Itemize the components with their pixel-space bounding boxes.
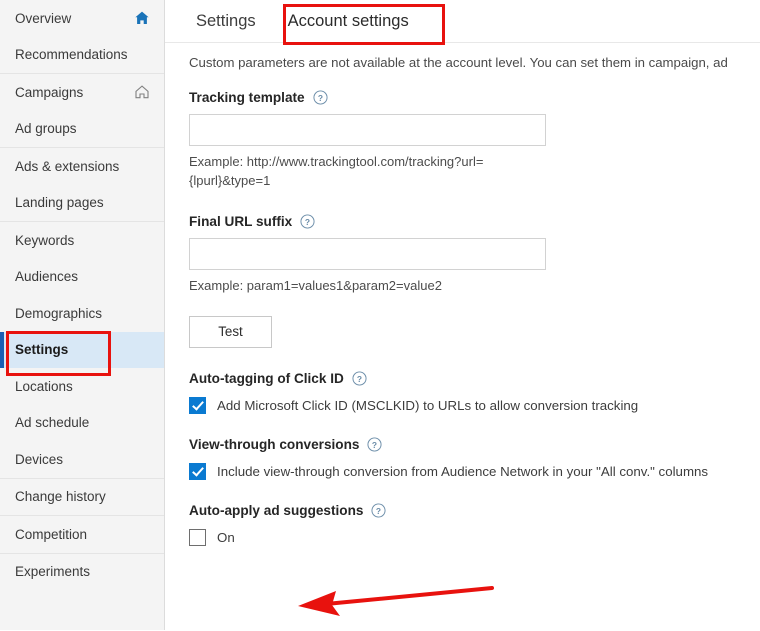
auto-apply-label: Auto-apply ad suggestions (189, 502, 364, 518)
sidebar-item-audiences[interactable]: Audiences (0, 259, 164, 296)
view-through-section: View-through conversions ? Include view-… (189, 437, 760, 480)
tracking-template-example: Example: http://www.trackingtool.com/tra… (189, 154, 484, 188)
tracking-template-label-row: Tracking template ? (189, 90, 760, 105)
tracking-template-label: Tracking template (189, 90, 305, 105)
tracking-template-input[interactable] (189, 114, 546, 146)
sidebar-item-competition[interactable]: Competition (0, 516, 164, 553)
sidebar-item-change-history[interactable]: Change history (0, 479, 164, 516)
sidebar: Overview Recommendations Campaigns Ad gr… (0, 0, 165, 630)
help-circle-icon[interactable]: ? (371, 503, 386, 518)
sidebar-item-label: Settings (15, 342, 69, 358)
sidebar-group: Competition (0, 516, 164, 554)
auto-apply-label-row: Auto-apply ad suggestions ? (189, 503, 760, 518)
sidebar-item-label: Change history (15, 489, 106, 505)
auto-tagging-checkbox[interactable] (189, 396, 206, 414)
tab-bar: Settings Account settings (165, 0, 760, 42)
view-through-checkbox[interactable] (189, 462, 206, 480)
auto-tagging-checkbox-row[interactable]: Add Microsoft Click ID (MSCLKID) to URLs… (189, 396, 760, 414)
account-level-description: Custom parameters are not available at t… (189, 55, 728, 70)
home-outline-icon (134, 84, 150, 100)
svg-text:?: ? (305, 216, 310, 226)
sidebar-item-ad-schedule[interactable]: Ad schedule (0, 405, 164, 442)
svg-text:?: ? (376, 505, 381, 515)
svg-text:?: ? (318, 93, 323, 103)
sidebar-group: Keywords Audiences Demographics Settings… (0, 222, 164, 479)
sidebar-item-label: Recommendations (15, 47, 128, 63)
help-circle-icon[interactable]: ? (300, 214, 315, 229)
sidebar-item-label: Competition (15, 526, 88, 542)
sidebar-item-label: Audiences (15, 269, 79, 285)
sidebar-item-keywords[interactable]: Keywords (0, 222, 164, 259)
final-url-suffix-label-row: Final URL suffix ? (189, 214, 760, 229)
sidebar-item-label: Experiments (15, 564, 91, 580)
sidebar-group: Change history (0, 479, 164, 516)
main-content: Settings Account settings Custom paramet… (165, 0, 760, 630)
auto-tagging-label-row: Auto-tagging of Click ID ? (189, 371, 760, 386)
sidebar-item-experiments[interactable]: Experiments (0, 554, 164, 591)
sidebar-item-label: Ad schedule (15, 415, 90, 431)
sidebar-item-ads-extensions[interactable]: Ads & extensions (0, 148, 164, 185)
sidebar-group: Campaigns Ad groups (0, 74, 164, 148)
auto-tagging-section: Auto-tagging of Click ID ? Add Microsoft… (189, 371, 760, 414)
auto-tagging-label: Auto-tagging of Click ID (189, 370, 344, 386)
final-url-suffix-section: Final URL suffix ? Example: param1=value… (189, 214, 760, 296)
sidebar-item-label: Overview (15, 10, 72, 26)
auto-apply-checkbox-row[interactable]: On (189, 528, 760, 546)
final-url-suffix-label: Final URL suffix (189, 213, 293, 229)
view-through-label-row: View-through conversions ? (189, 437, 760, 452)
sidebar-item-label: Ads & extensions (15, 158, 120, 174)
sidebar-item-label: Ad groups (15, 121, 77, 137)
tab-account-settings[interactable]: Account settings (281, 8, 416, 35)
view-through-label: View-through conversions (189, 436, 360, 452)
svg-text:?: ? (372, 439, 377, 449)
sidebar-item-demographics[interactable]: Demographics (0, 295, 164, 332)
help-circle-icon[interactable]: ? (313, 90, 328, 105)
sidebar-group: Experiments (0, 554, 164, 591)
sidebar-item-campaigns[interactable]: Campaigns (0, 74, 164, 111)
help-circle-icon[interactable]: ? (367, 437, 382, 452)
auto-apply-section: Auto-apply ad suggestions ? On (189, 503, 760, 546)
sidebar-group: Ads & extensions Landing pages (0, 148, 164, 222)
help-circle-icon[interactable]: ? (352, 371, 367, 386)
auto-apply-checkbox[interactable] (189, 528, 206, 546)
sidebar-item-label: Landing pages (15, 195, 104, 211)
final-url-suffix-input[interactable] (189, 237, 546, 270)
test-button[interactable]: Test (189, 315, 272, 348)
sidebar-item-settings[interactable]: Settings (0, 331, 164, 368)
settings-form: Custom parameters are not available at t… (165, 43, 760, 546)
sidebar-item-label: Demographics (15, 305, 103, 321)
sidebar-item-locations[interactable]: Locations (0, 368, 164, 405)
final-url-suffix-example: Example: param1=values1&param2=value2 (189, 277, 442, 293)
sidebar-item-label: Devices (15, 451, 64, 467)
view-through-checkbox-label: Include view-through conversion from Aud… (217, 463, 709, 479)
auto-tagging-checkbox-label: Add Microsoft Click ID (MSCLKID) to URLs… (217, 397, 639, 413)
sidebar-item-label: Keywords (15, 232, 75, 248)
tab-settings[interactable]: Settings (189, 8, 263, 35)
view-through-checkbox-row[interactable]: Include view-through conversion from Aud… (189, 462, 760, 480)
sidebar-group: Overview Recommendations (0, 0, 164, 74)
sidebar-item-ad-groups[interactable]: Ad groups (0, 111, 164, 148)
home-filled-icon (134, 10, 150, 26)
sidebar-item-overview[interactable]: Overview (0, 0, 164, 37)
sidebar-item-landing-pages[interactable]: Landing pages (0, 185, 164, 222)
sidebar-item-recommendations[interactable]: Recommendations (0, 37, 164, 74)
sidebar-item-label: Locations (15, 378, 73, 394)
app-root: Overview Recommendations Campaigns Ad gr… (0, 0, 760, 630)
svg-text:?: ? (357, 373, 362, 383)
sidebar-item-devices[interactable]: Devices (0, 441, 164, 478)
auto-apply-checkbox-label: On (217, 529, 235, 545)
sidebar-item-label: Campaigns (15, 84, 84, 100)
